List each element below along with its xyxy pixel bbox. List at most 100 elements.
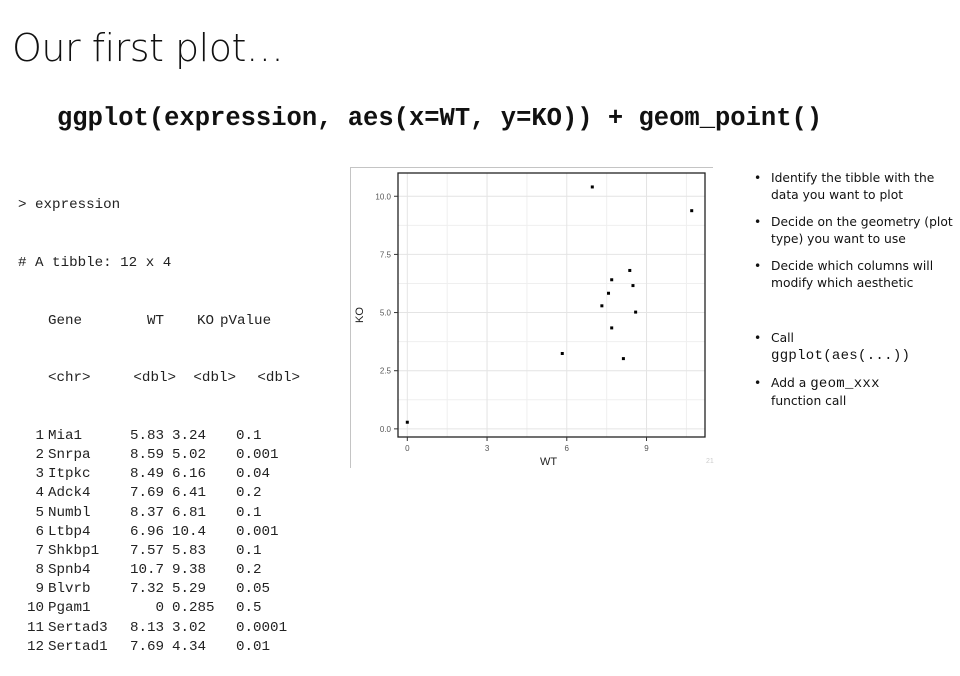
ko-cell: 3.24 <box>172 427 207 444</box>
row-index: 10 <box>26 600 44 617</box>
data-point <box>610 278 614 282</box>
table-row: 5 Numbl 8.37 6.81 0.1 <box>18 504 306 523</box>
table-row: 9 Blvrb 7.32 5.29 0.05 <box>18 580 306 599</box>
x-axis-label: WT <box>540 456 557 468</box>
inline-code: ggplot(aes(...)) <box>771 348 911 364</box>
steps-list: • Identify the tibble with the data you w… <box>752 170 957 420</box>
y-tick-label: 5.0 <box>380 309 392 318</box>
table-row: 12 Sertad1 7.69 4.34 0.01 <box>18 638 306 657</box>
row-index: 8 <box>35 562 44 579</box>
bullet-icon: • <box>754 376 762 390</box>
gene-cell: Blvrb <box>48 581 91 598</box>
column-type: <dbl> <box>257 370 300 387</box>
inline-code: geom_xxx <box>810 376 880 392</box>
x-tick-label: 6 <box>565 444 570 453</box>
wt-cell: 7.32 <box>129 581 164 598</box>
gene-cell: Ltbp4 <box>48 523 91 540</box>
ggplot-code-line: ggplot(expression, aes(x=WT, y=KO)) + ge… <box>57 104 823 133</box>
gene-cell: Sertad3 <box>48 619 108 636</box>
y-tick-label: 10.0 <box>375 192 391 201</box>
ko-cell: 4.34 <box>172 638 207 655</box>
tibble-rows: 1 Mia1 5.83 3.24 0.1 2 Snrpa 8.59 5.02 0.001 3 Itpk… <box>18 427 306 657</box>
pvalue-cell: 0.001 <box>236 446 279 463</box>
slide-title: Our first plot… <box>12 26 284 70</box>
wt-cell: 0 <box>155 600 164 617</box>
table-row: 1 Mia1 5.83 3.24 0.1 <box>18 427 306 446</box>
data-point <box>607 291 611 295</box>
row-index: 11 <box>26 619 44 636</box>
wt-cell: 6.96 <box>129 523 164 540</box>
wt-cell: 8.59 <box>129 446 164 463</box>
wt-cell: 8.49 <box>129 466 164 483</box>
grid-lines <box>398 173 705 437</box>
table-row: 7 Shkbp1 7.57 5.83 0.1 <box>18 542 306 561</box>
column-header: KO <box>196 312 214 329</box>
data-point <box>590 185 594 189</box>
row-index: 6 <box>35 523 44 540</box>
wt-cell: 8.13 <box>129 619 164 636</box>
y-axis-label: KO <box>354 307 366 323</box>
column-header-row: Gene WT KO pValue <box>18 312 306 331</box>
pvalue-cell: 0.5 <box>236 600 262 617</box>
pvalue-cell: 0.2 <box>236 562 262 579</box>
tibble-info-line: # A tibble: 12 x 4 <box>18 255 172 271</box>
table-row: 3 Itpkc 8.49 6.16 0.04 <box>18 465 306 484</box>
bullet-item: • Decide which columns will modify which … <box>754 259 934 290</box>
pvalue-cell: 0.2 <box>236 485 262 502</box>
table-row: 10 Pgam1 0 0.285 0.5 <box>18 599 306 618</box>
data-point <box>628 268 632 272</box>
bullet-icon: • <box>754 259 762 273</box>
pvalue-cell: 0.1 <box>236 504 262 521</box>
ko-cell: 5.29 <box>172 581 207 598</box>
bullet-item: • Decide on the geometry (plot type) you … <box>754 215 953 246</box>
gene-cell: Numbl <box>48 504 91 521</box>
plot-panel-border <box>397 172 706 438</box>
y-tick-label: 0.0 <box>380 425 392 434</box>
gene-cell: Snrpa <box>48 446 91 463</box>
column-type: <dbl> <box>193 370 236 387</box>
bullet-item: • Identify the tibble with the data you w… <box>754 171 935 202</box>
gene-cell: Itpkc <box>48 466 91 483</box>
gene-cell: Spnb4 <box>48 562 91 579</box>
row-index: 2 <box>35 446 44 463</box>
pvalue-cell: 0.1 <box>236 542 262 559</box>
data-point <box>621 357 625 361</box>
ko-cell: 6.81 <box>172 504 207 521</box>
data-point <box>631 284 635 288</box>
data-points <box>405 185 694 424</box>
ko-cell: 5.02 <box>172 446 207 463</box>
bullet-icon: • <box>754 331 762 345</box>
row-index: 1 <box>35 427 44 444</box>
pvalue-cell: 0.04 <box>236 466 271 483</box>
y-tick-label: 7.5 <box>380 250 392 259</box>
scatter-plot: 0 3 6 9 0.0 2.5 5.0 7.5 10.0 WT KO 21 <box>354 172 714 468</box>
pvalue-cell: 0.05 <box>236 581 271 598</box>
y-tick-label: 2.5 <box>380 367 392 376</box>
data-point <box>560 351 564 355</box>
gene-cell: Sertad1 <box>48 638 108 655</box>
table-row: 6 Ltbp4 6.96 10.4 0.001 <box>18 523 306 542</box>
data-point <box>690 209 694 213</box>
bullet-item: • Add a geom_xxx function call <box>754 376 880 408</box>
pvalue-cell: 0.001 <box>236 523 279 540</box>
axes: 0 3 6 9 0.0 2.5 5.0 7.5 10.0 <box>375 192 649 453</box>
bullet-item: • Call ggplot(aes(...)) <box>754 331 911 364</box>
bullet-icon: • <box>754 215 762 229</box>
row-index: 4 <box>35 485 44 502</box>
column-header: pValue <box>220 312 272 329</box>
gene-cell: Shkbp1 <box>48 542 100 559</box>
pvalue-cell: 0.1 <box>236 427 262 444</box>
wt-cell: 5.83 <box>129 427 164 444</box>
column-type-row: <chr> <dbl> <dbl> <dbl> <box>18 369 306 388</box>
table-row: 8 Spnb4 10.7 9.38 0.2 <box>18 561 306 580</box>
data-point <box>405 420 409 424</box>
ko-cell: 6.41 <box>172 485 207 502</box>
column-header: Gene <box>48 312 83 329</box>
ko-cell: 3.02 <box>172 619 207 636</box>
data-point <box>600 304 604 308</box>
ko-cell: 0.285 <box>172 600 215 617</box>
wt-cell: 10.7 <box>129 562 164 579</box>
console-prompt-line: > expression <box>18 197 121 214</box>
row-index: 5 <box>35 504 44 521</box>
table-row: 4 Adck4 7.69 6.41 0.2 <box>18 484 306 503</box>
